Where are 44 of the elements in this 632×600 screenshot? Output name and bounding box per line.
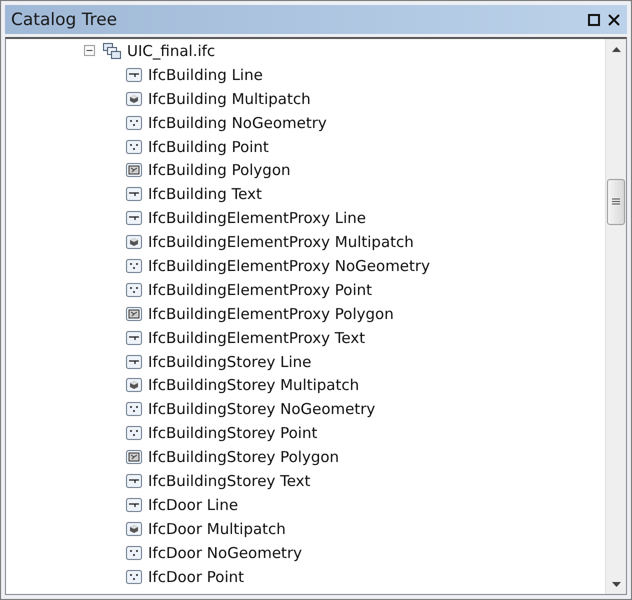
scrollbar[interactable] bbox=[605, 39, 626, 594]
tree-item[interactable]: IfcBuildingStorey Multipatch bbox=[148, 376, 360, 394]
tree-item[interactable]: IfcBuilding Text bbox=[148, 185, 262, 204]
tree-item[interactable]: IfcBuildingElementProxy Line bbox=[148, 209, 366, 228]
close-icon[interactable] bbox=[607, 12, 621, 26]
points-icon bbox=[126, 258, 142, 273]
tree-item[interactable]: IfcBuildingStorey Point bbox=[148, 424, 318, 442]
minus-icon[interactable] bbox=[84, 45, 95, 56]
tree-item[interactable]: IfcBuilding Multipatch bbox=[148, 90, 311, 108]
maximize-icon[interactable] bbox=[587, 12, 601, 26]
points-icon bbox=[126, 426, 142, 440]
tree-item[interactable]: IfcBuildingElementProxy Multipatch bbox=[148, 233, 414, 252]
points-icon bbox=[126, 402, 142, 416]
panel-title: Catalog Tree bbox=[11, 10, 118, 30]
tree-item[interactable]: IfcDoor Multipatch bbox=[148, 520, 286, 538]
tree-item[interactable]: IfcBuilding Point bbox=[148, 138, 269, 156]
tree-item[interactable]: IfcDoor NoGeometry bbox=[148, 544, 302, 562]
cube-icon bbox=[126, 92, 142, 106]
cube-icon bbox=[126, 378, 142, 392]
scroll-thumb[interactable] bbox=[607, 179, 625, 225]
tree-item[interactable]: IfcBuilding Line bbox=[148, 66, 263, 84]
polygon-icon bbox=[126, 163, 142, 178]
tree-item[interactable]: IfcDoor Line bbox=[148, 496, 238, 514]
points-icon bbox=[126, 546, 142, 560]
tree-item[interactable]: IfcBuilding Polygon bbox=[148, 161, 291, 180]
tree-item[interactable]: IfcBuildingStorey Line bbox=[148, 352, 312, 371]
tree-item[interactable]: IfcBuildingStorey Text bbox=[148, 472, 310, 490]
tree-item[interactable]: IfcBuildingElementProxy NoGeometry bbox=[148, 256, 430, 275]
tree-item[interactable]: IfcBuilding NoGeometry bbox=[148, 114, 327, 132]
cube-icon bbox=[126, 235, 142, 250]
polygon-icon bbox=[126, 306, 142, 321]
cube-icon bbox=[126, 522, 142, 536]
points-icon bbox=[126, 116, 142, 130]
points-icon bbox=[126, 570, 142, 584]
tree-item[interactable]: IfcBuildingElementProxy Text bbox=[148, 328, 366, 347]
tree-item[interactable]: IfcBuildingStorey NoGeometry bbox=[148, 400, 376, 418]
points-icon bbox=[126, 140, 142, 154]
points-icon bbox=[126, 282, 142, 297]
tree-item[interactable]: IfcDoor Point bbox=[148, 568, 244, 586]
polygon-icon bbox=[126, 450, 142, 464]
tree-item[interactable]: IfcBuildingStorey Polygon bbox=[148, 448, 340, 466]
tree-item[interactable]: IfcBuildingElementProxy Polygon bbox=[148, 304, 394, 323]
tree-item[interactable]: IfcBuildingElementProxy Point bbox=[148, 280, 372, 299]
tree-item[interactable]: UIC_final.ifc bbox=[127, 42, 216, 60]
